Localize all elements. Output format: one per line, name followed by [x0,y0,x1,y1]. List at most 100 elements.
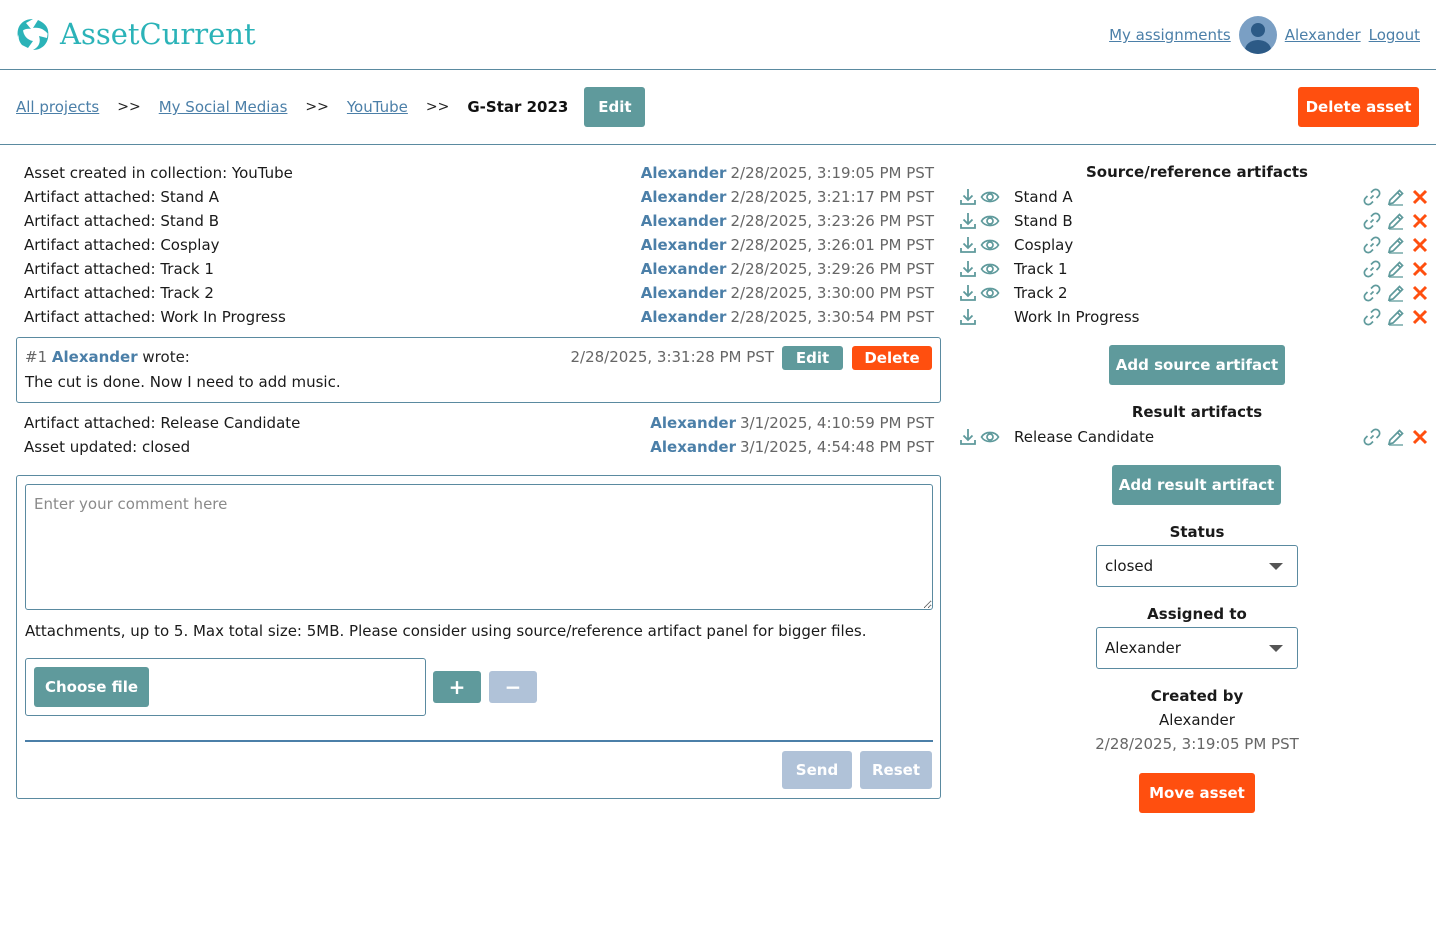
delete-comment-button[interactable]: Delete [852,346,932,370]
log-text: Asset updated: closed [24,438,191,456]
view-icon[interactable] [980,187,1000,207]
link-icon[interactable] [1362,211,1382,231]
log-author: Alexander [640,284,727,302]
download-icon[interactable] [958,283,978,303]
edit-pencil-icon[interactable] [1386,187,1406,207]
log-author: Alexander [640,260,727,278]
source-artifacts-title: Source/reference artifacts [1085,163,1308,181]
log-author: Alexander [650,438,737,456]
log-row: Artifact attached: Track 1 Alexander 2/28/… [24,257,934,281]
my-assignments-link[interactable]: My assignments [1109,26,1231,44]
created-by-label: Created by [1150,687,1244,705]
edit-asset-button[interactable]: Edit [584,87,646,127]
move-asset-button[interactable]: Move asset [1139,773,1255,813]
log-row: Artifact attached: Work In Progress Alexa… [24,305,934,329]
delete-x-icon[interactable] [1410,307,1430,327]
log-timestamp: 2/28/2025, 3:30:00 PM PST [730,284,934,302]
source-artifact-row: Cosplay [956,233,1432,257]
link-icon[interactable] [1362,235,1382,255]
log-row: Artifact attached: Cosplay Alexander 2/28/… [24,233,934,257]
log-timestamp: 3/1/2025, 4:10:59 PM PST [740,414,934,432]
file-attachment-box: Choose file [25,658,426,716]
link-icon[interactable] [1362,283,1382,303]
view-icon[interactable] [980,235,1000,255]
log-row: Artifact attached: Track 2 Alexander 2/28/… [24,281,934,305]
download-icon[interactable] [958,259,978,279]
log-text: Artifact attached: Release Candidate [24,414,301,432]
source-artifact-row: Stand A [956,185,1432,209]
source-artifact-row: Stand B [956,209,1432,233]
link-icon[interactable] [1362,307,1382,327]
view-icon[interactable] [980,427,1000,447]
edit-pencil-icon[interactable] [1386,427,1406,447]
breadcrumb-separator: >> [305,99,329,115]
delete-x-icon[interactable] [1410,259,1430,279]
log-author: Alexander [650,414,737,432]
add-attachment-button[interactable]: + [433,671,481,703]
view-icon[interactable] [980,211,1000,231]
download-icon[interactable] [958,187,978,207]
send-button[interactable]: Send [782,751,852,789]
artifact-name: Work In Progress [1014,308,1140,326]
source-artifact-row: Work In Progress [956,305,1432,329]
comment-author: Alexander [51,348,138,366]
log-timestamp: 2/28/2025, 3:29:26 PM PST [730,260,934,278]
artifact-name: Track 1 [1014,260,1068,278]
comment-timestamp: 2/28/2025, 3:31:28 PM PST [570,348,774,366]
link-icon[interactable] [1362,427,1382,447]
log-text: Artifact attached: Stand A [24,188,219,206]
comment-input[interactable] [25,484,933,610]
chevron-down-icon [1269,563,1283,570]
download-icon[interactable] [958,211,978,231]
edit-pencil-icon[interactable] [1386,283,1406,303]
user-profile-link[interactable]: Alexander [1285,26,1361,44]
add-result-artifact-button[interactable]: Add result artifact [1112,465,1281,505]
link-icon[interactable] [1362,259,1382,279]
assigned-to-select[interactable]: Alexander [1096,627,1298,669]
remove-attachment-button[interactable]: − [489,671,537,703]
app-logo[interactable]: AssetCurrent [14,14,256,54]
log-row: Artifact attached: Stand B Alexander 2/28/… [24,209,934,233]
log-timestamp: 2/28/2025, 3:30:54 PM PST [730,308,934,326]
log-text: Asset created in collection: YouTube [24,164,293,182]
edit-pencil-icon[interactable] [1386,211,1406,231]
avatar[interactable] [1238,16,1277,54]
logout-link[interactable]: Logout [1369,26,1420,44]
delete-x-icon[interactable] [1410,211,1430,231]
comment-form: Attachments, up to 5. Max total size: 5M… [16,475,941,799]
log-text: Artifact attached: Track 1 [24,260,214,278]
breadcrumb-youtube[interactable]: YouTube [347,98,408,116]
breadcrumb-all-projects[interactable]: All projects [16,98,99,116]
download-icon[interactable] [958,235,978,255]
logo-icon [17,19,49,50]
breadcrumb-bar: All projects >> My Social Medias >> YouT… [0,70,1436,145]
app-header: AssetCurrent My assignments Alexander Lo… [0,0,1436,70]
log-text: Artifact attached: Work In Progress [24,308,286,326]
download-icon[interactable] [958,427,978,447]
breadcrumb-my-social-medias[interactable]: My Social Medias [159,98,288,116]
edit-comment-button[interactable]: Edit [782,346,843,370]
edit-pencil-icon[interactable] [1386,235,1406,255]
choose-file-button[interactable]: Choose file [34,667,149,707]
log-text: Artifact attached: Cosplay [24,236,220,254]
link-icon[interactable] [1362,187,1382,207]
assigned-to-label: Assigned to [1147,605,1247,623]
delete-x-icon[interactable] [1410,187,1430,207]
delete-x-icon[interactable] [1410,235,1430,255]
edit-pencil-icon[interactable] [1386,307,1406,327]
artifact-name: Stand A [1014,188,1073,206]
view-icon[interactable] [980,259,1000,279]
add-source-artifact-button[interactable]: Add source artifact [1109,345,1285,385]
comment-number: #1 [25,348,48,366]
status-select[interactable]: closed [1096,545,1298,587]
chevron-down-icon [1269,645,1283,652]
download-icon[interactable] [958,307,978,327]
edit-pencil-icon[interactable] [1386,259,1406,279]
delete-asset-button[interactable]: Delete asset [1298,87,1419,127]
delete-x-icon[interactable] [1410,283,1430,303]
breadcrumb-separator: >> [117,99,141,115]
form-divider [25,740,933,742]
delete-x-icon[interactable] [1410,427,1430,447]
reset-button[interactable]: Reset [860,751,932,789]
view-icon[interactable] [980,283,1000,303]
